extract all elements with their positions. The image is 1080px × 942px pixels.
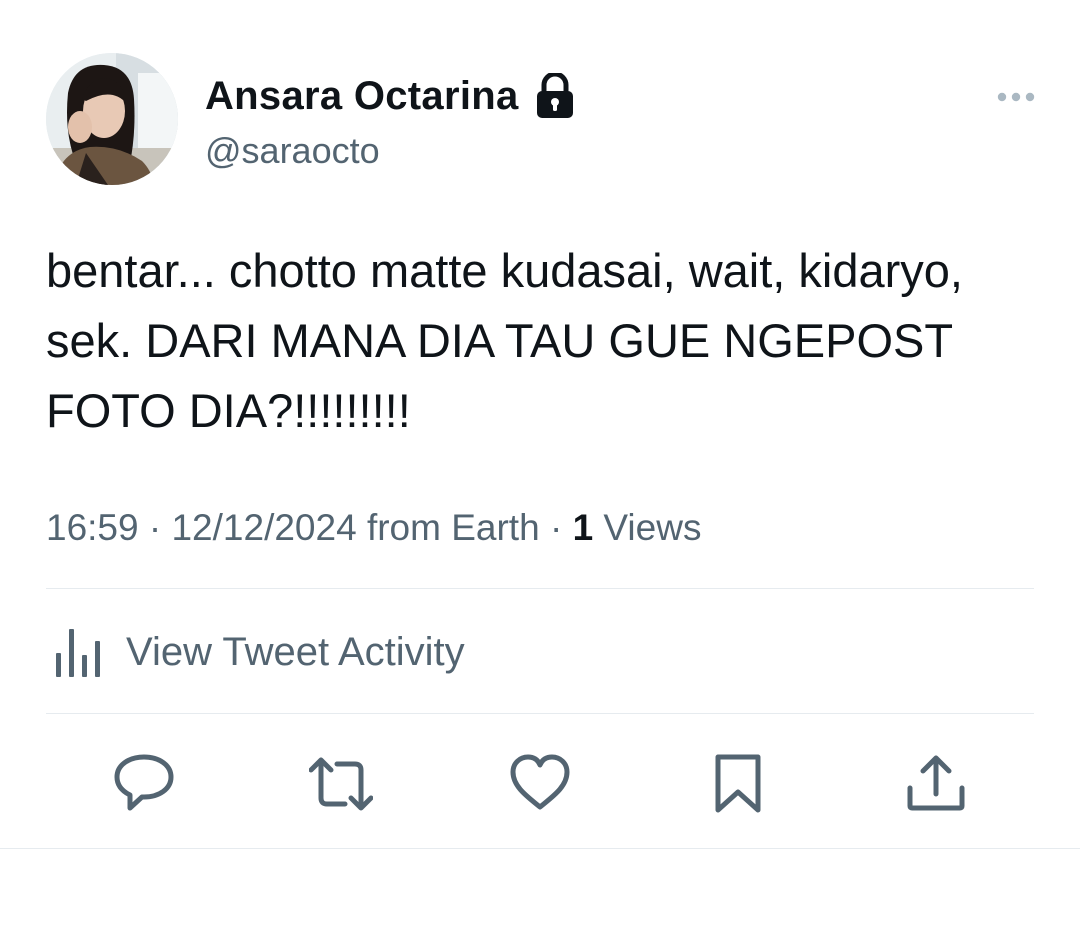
bookmark-icon [715, 754, 761, 813]
user-handle[interactable]: @saraocto [205, 128, 380, 174]
retweet-icon [309, 757, 373, 811]
tweet-detail: Ansara Octarina @saraocto bentar... chot… [0, 0, 1080, 942]
tweet-text: bentar... chotto matte kudasai, wait, ki… [46, 244, 977, 437]
more-options-icon[interactable] [994, 84, 1038, 110]
tweet-date[interactable]: 12/12/2024 [171, 507, 356, 548]
bookmark-button[interactable] [706, 752, 770, 816]
display-name[interactable]: Ansara Octarina [205, 70, 519, 122]
meta-separator: · [549, 507, 563, 548]
retweet-button[interactable] [309, 752, 373, 816]
avatar-photo [46, 53, 178, 185]
view-tweet-activity-button[interactable]: View Tweet Activity [54, 624, 465, 680]
tweet-source: from Earth [366, 507, 540, 548]
heart-icon [510, 754, 570, 810]
divider [46, 713, 1034, 714]
user-name-row: Ansara Octarina [205, 70, 575, 122]
bar-chart-icon [56, 629, 100, 677]
tweet-time[interactable]: 16:59 [46, 507, 139, 548]
meta-separator: · [148, 507, 162, 548]
lock-icon [536, 73, 573, 118]
share-icon [907, 755, 965, 811]
share-button[interactable] [904, 752, 968, 816]
like-button[interactable] [508, 752, 572, 816]
bottom-divider [0, 848, 1080, 849]
views-label: Views [603, 507, 702, 548]
divider [46, 588, 1034, 589]
reply-icon [114, 754, 174, 811]
avatar[interactable] [46, 53, 178, 185]
view-tweet-activity-label: View Tweet Activity [126, 630, 465, 674]
tweet-meta: 16:59 · 12/12/2024 from Earth · 1 Views [46, 503, 701, 553]
views-count: 1 [572, 507, 594, 548]
reply-button[interactable] [112, 752, 176, 816]
